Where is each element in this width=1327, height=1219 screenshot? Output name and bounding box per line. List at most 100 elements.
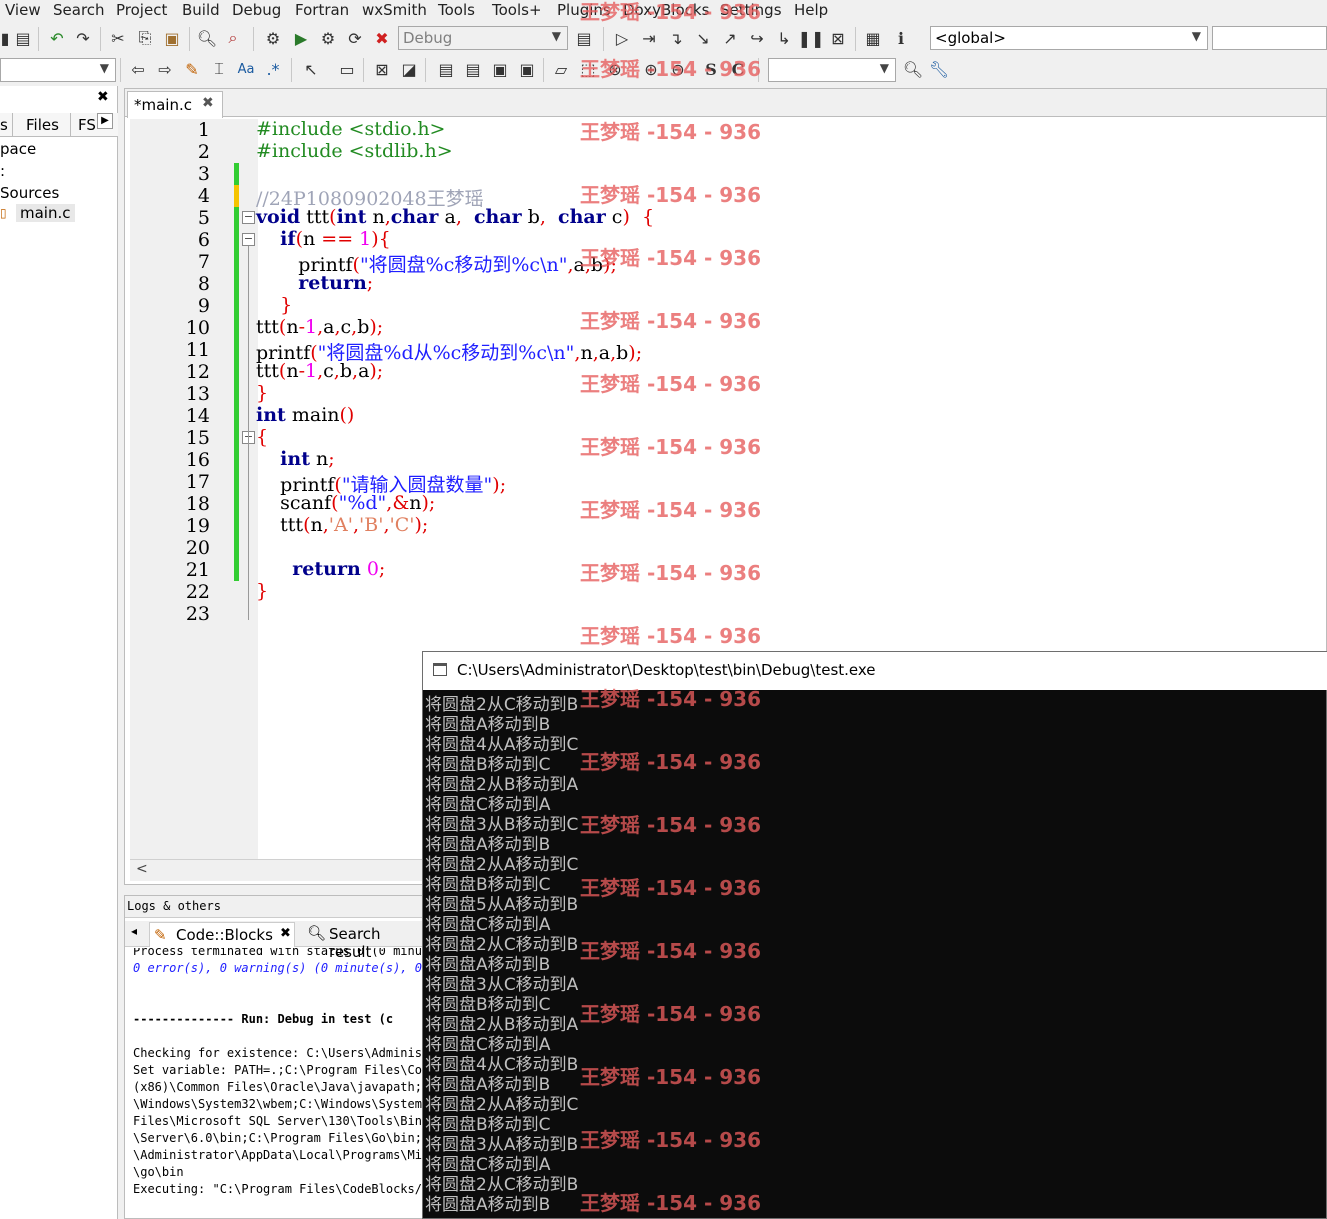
shape-cross-icon[interactable]: ⊗ bbox=[604, 58, 626, 80]
build-target-select[interactable]: Debug ▼ bbox=[398, 26, 568, 50]
jump-forward-icon[interactable]: ⇨ bbox=[154, 58, 176, 80]
function-select[interactable] bbox=[1212, 26, 1327, 50]
debug-windows-icon[interactable]: ▦ bbox=[862, 27, 884, 49]
tree-project[interactable]: : bbox=[0, 162, 5, 180]
console-window[interactable]: C:\Users\Administrator\Desktop\test\bin\… bbox=[422, 651, 1327, 1219]
search-icon[interactable]: 🔍︎ bbox=[902, 58, 924, 80]
code-line[interactable]: } bbox=[256, 580, 268, 602]
menu-settings[interactable]: Settings bbox=[720, 1, 782, 19]
menu-help[interactable]: Help bbox=[794, 1, 828, 19]
menu-build[interactable]: Build bbox=[182, 1, 220, 19]
tab-fsymbols[interactable]: FS bbox=[78, 116, 96, 134]
layout-icon[interactable]: ⊠ bbox=[371, 58, 393, 80]
tree-file-main-c[interactable]: main.c bbox=[16, 204, 75, 222]
redo-icon[interactable]: ↷ bbox=[72, 27, 94, 49]
rebuild-icon[interactable]: ⟳ bbox=[344, 27, 366, 49]
code-line[interactable]: void ttt(int n,char a, char b, char c) { bbox=[256, 206, 654, 228]
copy-icon[interactable]: ⎘ bbox=[134, 27, 156, 49]
shape-icon[interactable]: ▱ bbox=[550, 58, 572, 80]
close-icon[interactable]: ✖ bbox=[97, 89, 109, 105]
tab-files[interactable]: Files bbox=[26, 116, 59, 134]
menu-project[interactable]: Project bbox=[116, 1, 167, 19]
search-history-select[interactable]: ▼ bbox=[0, 58, 116, 82]
code-line[interactable]: { bbox=[256, 426, 268, 448]
undo-icon[interactable]: ↶ bbox=[46, 27, 68, 49]
close-icon[interactable]: ✖ bbox=[280, 926, 291, 941]
tab-symbols[interactable]: s bbox=[0, 116, 8, 134]
code-line[interactable]: ttt(n-1,a,c,b); bbox=[256, 316, 383, 338]
pointer-icon[interactable]: ↖ bbox=[300, 58, 322, 80]
next-instruction-icon[interactable]: ↪ bbox=[746, 27, 768, 49]
code-line[interactable]: if(n == 1){ bbox=[256, 228, 391, 250]
chevron-right-icon[interactable]: ▶ bbox=[97, 113, 113, 129]
info-icon[interactable]: ℹ bbox=[890, 27, 912, 49]
build-run-icon[interactable]: ⚙ bbox=[317, 27, 339, 49]
step-s-icon[interactable]: S bbox=[700, 58, 722, 80]
show-target-options-icon[interactable]: ▤ bbox=[573, 27, 595, 49]
code-line[interactable]: #include <stdio.h> bbox=[256, 118, 445, 140]
code-line[interactable]: ttt(n,'A','B','C'); bbox=[256, 514, 428, 536]
code-line[interactable]: return; bbox=[256, 272, 373, 294]
tree-sources-folder[interactable]: Sources bbox=[0, 184, 59, 202]
menu-debug[interactable]: Debug bbox=[232, 1, 281, 19]
code-line[interactable]: #include <stdlib.h> bbox=[256, 140, 453, 162]
stop-debugger-icon[interactable]: ⊠ bbox=[827, 27, 849, 49]
align-fill-icon[interactable]: ▣ bbox=[516, 58, 538, 80]
tab-codeblocks-log[interactable]: ✎ Code::Blocks ✖ bbox=[149, 922, 295, 947]
console-title-bar[interactable]: C:\Users\Administrator\Desktop\test\bin\… bbox=[423, 652, 1327, 690]
code-line[interactable]: } bbox=[256, 294, 292, 316]
abort-icon[interactable]: ✖ bbox=[371, 27, 393, 49]
menu-wxsmith[interactable]: wxSmith bbox=[362, 1, 427, 19]
jump-back-icon[interactable]: ⇦ bbox=[127, 58, 149, 80]
cut-icon[interactable]: ✂ bbox=[107, 27, 129, 49]
zoom-out-icon[interactable]: ⊖ bbox=[667, 58, 689, 80]
tools-icon[interactable]: 🔧︎ bbox=[928, 58, 950, 80]
zoom-in-icon[interactable]: ⊕ bbox=[640, 58, 662, 80]
regex-icon[interactable]: .* bbox=[262, 58, 284, 80]
save-all-icon[interactable]: ▤ bbox=[12, 27, 34, 49]
scope-value: <global> bbox=[935, 29, 1006, 47]
run-icon[interactable]: ▶ bbox=[290, 27, 312, 49]
menu-tools[interactable]: Tools bbox=[438, 1, 475, 19]
align-bottom-icon[interactable]: ▣ bbox=[489, 58, 511, 80]
step-instruction-icon[interactable]: ↳ bbox=[773, 27, 795, 49]
search-input[interactable]: ▼ bbox=[768, 58, 896, 82]
paste-icon[interactable]: ▣ bbox=[161, 27, 183, 49]
menu-search[interactable]: Search bbox=[53, 1, 105, 19]
menu-fortran[interactable]: Fortran bbox=[295, 1, 349, 19]
step-c-icon[interactable]: C bbox=[727, 58, 749, 80]
build-gear-icon[interactable]: ⚙ bbox=[262, 27, 284, 49]
step-into-icon[interactable]: ↘ bbox=[692, 27, 714, 49]
tab-main-c[interactable]: *main.c ✖ bbox=[127, 91, 223, 118]
replace-icon[interactable]: ⌕ bbox=[222, 27, 244, 49]
menu-view[interactable]: View bbox=[5, 1, 41, 19]
align-middle-icon[interactable]: ▤ bbox=[462, 58, 484, 80]
tree-workspace[interactable]: pace bbox=[0, 140, 36, 158]
code-line[interactable]: ttt(n-1,c,b,a); bbox=[256, 360, 383, 382]
chevron-left-icon[interactable]: ◂ bbox=[131, 924, 137, 938]
run-to-cursor-icon[interactable]: ⇥ bbox=[638, 27, 660, 49]
find-icon[interactable]: 🔍︎ bbox=[196, 27, 218, 49]
align-top-icon[interactable]: ▤ bbox=[435, 58, 457, 80]
code-line[interactable]: int n; bbox=[256, 448, 335, 470]
menu-doxyblocks[interactable]: DoxyBlocks bbox=[623, 1, 709, 19]
close-icon[interactable]: ✖ bbox=[202, 95, 214, 111]
debug-continue-icon[interactable]: ▷ bbox=[611, 27, 633, 49]
rectangle-icon[interactable]: ▭ bbox=[336, 58, 358, 80]
match-case-icon[interactable]: Aa bbox=[235, 58, 257, 80]
chevron-left-icon[interactable]: < bbox=[136, 861, 148, 877]
code-line[interactable]: return 0; bbox=[256, 558, 385, 580]
scope-select[interactable]: <global> ▼ bbox=[930, 26, 1208, 50]
selection-icon[interactable]: ⌶ bbox=[208, 58, 230, 80]
menu-plugins[interactable]: Plugins bbox=[557, 1, 611, 19]
step-out-icon[interactable]: ↗ bbox=[719, 27, 741, 49]
code-line[interactable]: int main() bbox=[256, 404, 354, 426]
next-line-icon[interactable]: ↴ bbox=[665, 27, 687, 49]
shape-alt-icon[interactable]: ⬚ bbox=[577, 58, 599, 80]
menu-tools-plus[interactable]: Tools+ bbox=[492, 1, 542, 19]
layout-alt-icon[interactable]: ◪ bbox=[398, 58, 420, 80]
code-line[interactable]: scanf("%d",&n); bbox=[256, 492, 435, 514]
highlight-icon[interactable]: ✎ bbox=[181, 58, 203, 80]
pause-icon[interactable]: ❚❚ bbox=[798, 27, 825, 49]
code-line[interactable]: } bbox=[256, 382, 268, 404]
